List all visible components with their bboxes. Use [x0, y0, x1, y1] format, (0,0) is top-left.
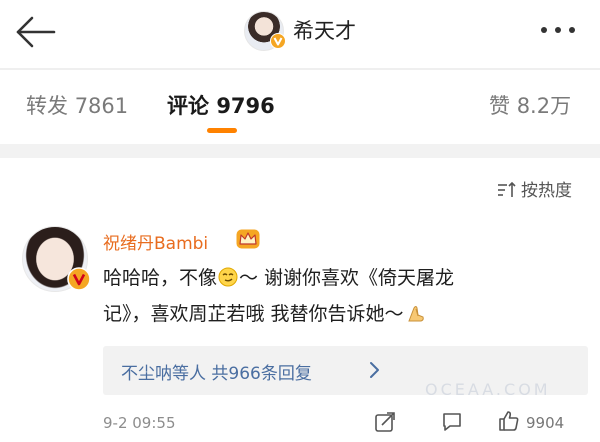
page-title: 希天才 [293, 19, 356, 43]
thumbs-up-icon [499, 411, 519, 431]
comment-text-segment: ～ 谢谢你喜欢《倚天屠龙 [239, 267, 455, 289]
more-button[interactable] [533, 18, 583, 42]
comment-text-segment: 哈哈哈，不像 [103, 267, 218, 289]
share-icon [375, 412, 395, 432]
pray-emoji [405, 301, 427, 334]
tab-bar: 转发 7861 评论 9796 赞 8.2万 [0, 70, 600, 144]
sort-icon [498, 181, 516, 197]
share-button[interactable] [374, 411, 396, 437]
commenter-avatar[interactable] [22, 226, 91, 295]
crown-icon [236, 229, 260, 253]
comment-line: 记》，喜欢周芷若哦 我替你告诉她～ [103, 298, 533, 334]
tab-comment[interactable]: 评论 9796 [167, 90, 275, 120]
tab-label: 转发 [26, 94, 68, 118]
like-button[interactable] [497, 409, 521, 437]
tab-count: 9796 [216, 94, 275, 118]
tab-repost[interactable]: 转发 7861 [26, 90, 128, 120]
arrow-left-icon [16, 16, 56, 48]
verified-v-icon [270, 33, 286, 53]
top-bar: 希天才 [0, 0, 600, 68]
watermark: OCEAA.COM [425, 380, 551, 399]
verified-v-icon [67, 267, 91, 295]
comment-text: 哈哈哈，不像 ～ 谢谢你喜欢《倚天屠龙 记》，喜欢周芷若哦 我替你告诉她～ [103, 262, 533, 334]
chevron-right-icon [369, 361, 381, 383]
comment-timestamp: 9-2 09:55 [103, 414, 176, 432]
commenter-username[interactable]: 祝绪丹Bambi [103, 229, 208, 254]
tab-label: 赞 [489, 94, 510, 118]
active-tab-indicator [207, 128, 237, 133]
section-separator [0, 144, 600, 158]
comment-text-segment: 记》，喜欢周芷若哦 我替你告诉她～ [103, 303, 404, 325]
reply-button[interactable] [441, 411, 463, 437]
more-dots-icon [541, 27, 575, 33]
tab-count: 8.2万 [516, 94, 572, 118]
back-button[interactable] [10, 12, 60, 52]
sort-by-hot-button[interactable]: 按热度 [497, 176, 572, 201]
tab-count: 7861 [74, 94, 129, 118]
sort-label: 按热度 [521, 181, 572, 201]
tab-label: 评论 [167, 94, 209, 118]
weibo-comments-page: 希天才 转发 7861 评论 9796 赞 8.2万 按热度 祝绪丹Bambi … [0, 0, 600, 442]
comment-line: 哈哈哈，不像 ～ 谢谢你喜欢《倚天屠龙 [103, 262, 533, 298]
like-count: 9904 [526, 414, 565, 432]
comment-icon [443, 413, 461, 431]
smirk-emoji [218, 265, 238, 298]
header-avatar[interactable] [244, 11, 286, 53]
tab-like[interactable]: 赞 8.2万 [489, 90, 571, 120]
replies-text: 不尘呐等人 共966条回复 [121, 364, 312, 384]
